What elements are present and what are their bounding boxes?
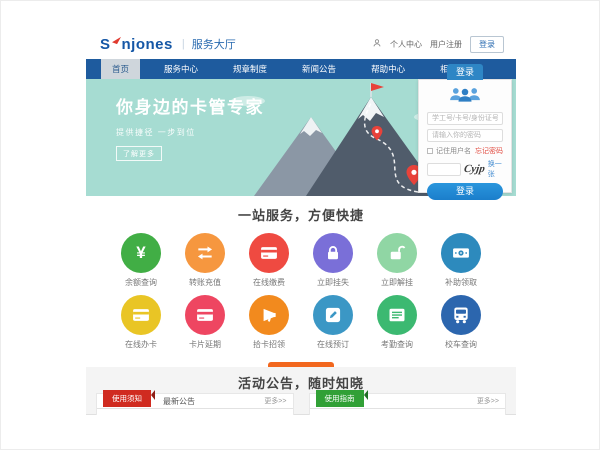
logo-text: S: [100, 36, 111, 53]
services-row: ¥ 余额查询转账充值在线缴费立即挂失立即解挂补助领取: [86, 233, 516, 295]
nav-item-1[interactable]: 服务中心: [153, 59, 209, 79]
edit-icon: [313, 295, 353, 335]
service-label: 拾卡招领: [237, 339, 301, 350]
login-panel: 登录 记住用户名 忘记密码 Cyjp: [418, 79, 512, 193]
captcha-row: Cyjp 换一张: [427, 159, 503, 179]
service-label: 在线缴费: [237, 277, 301, 288]
user-icon: [372, 38, 382, 50]
change-captcha-link[interactable]: 换一张: [488, 159, 503, 179]
service-item[interactable]: 拾卡招领: [237, 295, 301, 357]
tab-user-guide[interactable]: 使用指南: [316, 390, 364, 407]
service-label: 立即解挂: [365, 277, 429, 288]
transfer-icon: [185, 233, 225, 273]
banner-copy: 你身边的卡管专家 提供捷径 一步到位 了解更多: [116, 93, 264, 161]
services-grid: ¥ 余额查询转账充值在线缴费立即挂失立即解挂补助领取在线办卡卡片延期拾卡招领在线预…: [86, 233, 516, 357]
announcements-title: 活动公告，随时知晓: [86, 367, 516, 392]
service-label: 余额查询: [109, 277, 173, 288]
tab-latest-announcements[interactable]: 最新公告: [163, 396, 195, 407]
flag-icon: [371, 83, 384, 91]
page: Snjones | 服务大厅 个人中心 用户注册 登录 首页服务中心规章制度新闻…: [0, 0, 600, 450]
nav-items: 首页服务中心规章制度新闻公告帮助中心相关链接: [101, 59, 498, 79]
service-label: 卡片延期: [173, 339, 237, 350]
card-icon: [185, 295, 225, 335]
login-button[interactable]: 登录: [427, 183, 503, 200]
card-icon: [249, 233, 289, 273]
captcha-input[interactable]: [427, 163, 461, 176]
forgot-password-link[interactable]: 忘记密码: [475, 146, 503, 156]
service-item[interactable]: 补助领取: [429, 233, 493, 295]
lock-icon: [313, 233, 353, 273]
remember-row: 记住用户名 忘记密码: [427, 146, 503, 156]
service-label: 校车查询: [429, 339, 493, 350]
service-label: 在线预订: [301, 339, 365, 350]
user-register-link[interactable]: 用户注册: [430, 39, 462, 50]
header-links: 个人中心 用户注册 登录: [372, 36, 504, 53]
bus-icon: [441, 295, 481, 335]
banner-subtitle: 提供捷径 一步到位: [116, 127, 264, 138]
yen-icon: ¥: [121, 233, 161, 273]
header: Snjones | 服务大厅 个人中心 用户注册 登录: [86, 29, 516, 59]
service-item[interactable]: 转账充值: [173, 233, 237, 295]
megaphone-icon: [249, 295, 289, 335]
header-login-button[interactable]: 登录: [470, 36, 504, 53]
services-title: 一站服务，方便快捷: [86, 196, 516, 224]
banner-cta-button[interactable]: 了解更多: [116, 146, 162, 161]
service-label: 补助领取: [429, 277, 493, 288]
service-item[interactable]: 立即挂失: [301, 233, 365, 295]
notice-more-link[interactable]: 更多>>: [264, 396, 286, 406]
services-section: 一站服务，方便快捷 ¥ 余额查询转账充值在线缴费立即挂失立即解挂补助领取在线办卡卡…: [86, 196, 516, 367]
service-label: 转账充值: [173, 277, 237, 288]
service-label: 立即挂失: [301, 277, 365, 288]
site-name: 服务大厅: [192, 36, 236, 52]
users-icon: [427, 86, 503, 108]
guide-panel: 使用指南 更多>>: [309, 393, 507, 415]
guide-panel-head: 使用指南 更多>>: [310, 394, 506, 409]
username-input[interactable]: [427, 112, 503, 125]
banknote-icon: [441, 233, 481, 273]
guide-more-link[interactable]: 更多>>: [477, 396, 499, 406]
announcements-section: 活动公告，随时知晓 使用须知 最新公告 更多>> 使用指南 更多>>: [86, 367, 516, 415]
service-label: 在线办卡: [109, 339, 173, 350]
password-input[interactable]: [427, 129, 503, 142]
logo-text-rest: njones: [122, 36, 173, 53]
service-item[interactable]: 卡片延期: [173, 295, 237, 357]
service-item[interactable]: 在线预订: [301, 295, 365, 357]
nav-item-4[interactable]: 帮助中心: [360, 59, 416, 79]
nav-item-2[interactable]: 规章制度: [222, 59, 278, 79]
notice-panel-head: 使用须知 最新公告 更多>>: [97, 394, 293, 409]
banner-title: 你身边的卡管专家: [116, 93, 264, 118]
login-tab[interactable]: 登录: [447, 64, 483, 80]
services-row: 在线办卡卡片延期拾卡招领在线预订考勤查询校车查询: [86, 295, 516, 357]
service-item[interactable]: 校车查询: [429, 295, 493, 357]
list-icon: [377, 295, 417, 335]
logo[interactable]: Snjones | 服务大厅: [100, 32, 236, 56]
nav-item-0[interactable]: 首页: [101, 59, 140, 79]
captcha-image[interactable]: Cyjp: [463, 163, 485, 175]
logo-arrow-icon: [112, 32, 121, 50]
announcement-panels: 使用须知 最新公告 更多>> 使用指南 更多>>: [96, 393, 506, 415]
personal-center-link[interactable]: 个人中心: [390, 39, 422, 50]
remember-label: 记住用户名: [436, 146, 471, 156]
unlock-icon: [377, 233, 417, 273]
card-icon: [121, 295, 161, 335]
remember-checkbox[interactable]: [427, 148, 433, 154]
service-label: 考勤查询: [365, 339, 429, 350]
service-item[interactable]: ¥ 余额查询: [109, 233, 173, 295]
notice-panel-body: [97, 409, 293, 415]
nav-item-3[interactable]: 新闻公告: [291, 59, 347, 79]
service-item[interactable]: 在线办卡: [109, 295, 173, 357]
service-item[interactable]: 立即解挂: [365, 233, 429, 295]
guide-panel-body: [310, 409, 506, 415]
notice-panel: 使用须知 最新公告 更多>>: [96, 393, 294, 415]
tab-usage-notice[interactable]: 使用须知: [103, 390, 151, 407]
site-wrapper: Snjones | 服务大厅 个人中心 用户注册 登录 首页服务中心规章制度新闻…: [86, 29, 516, 415]
service-item[interactable]: 考勤查询: [365, 295, 429, 357]
logo-divider: |: [182, 38, 185, 50]
service-item[interactable]: 在线缴费: [237, 233, 301, 295]
hero-banner: 你身边的卡管专家 提供捷径 一步到位 了解更多: [86, 79, 516, 196]
